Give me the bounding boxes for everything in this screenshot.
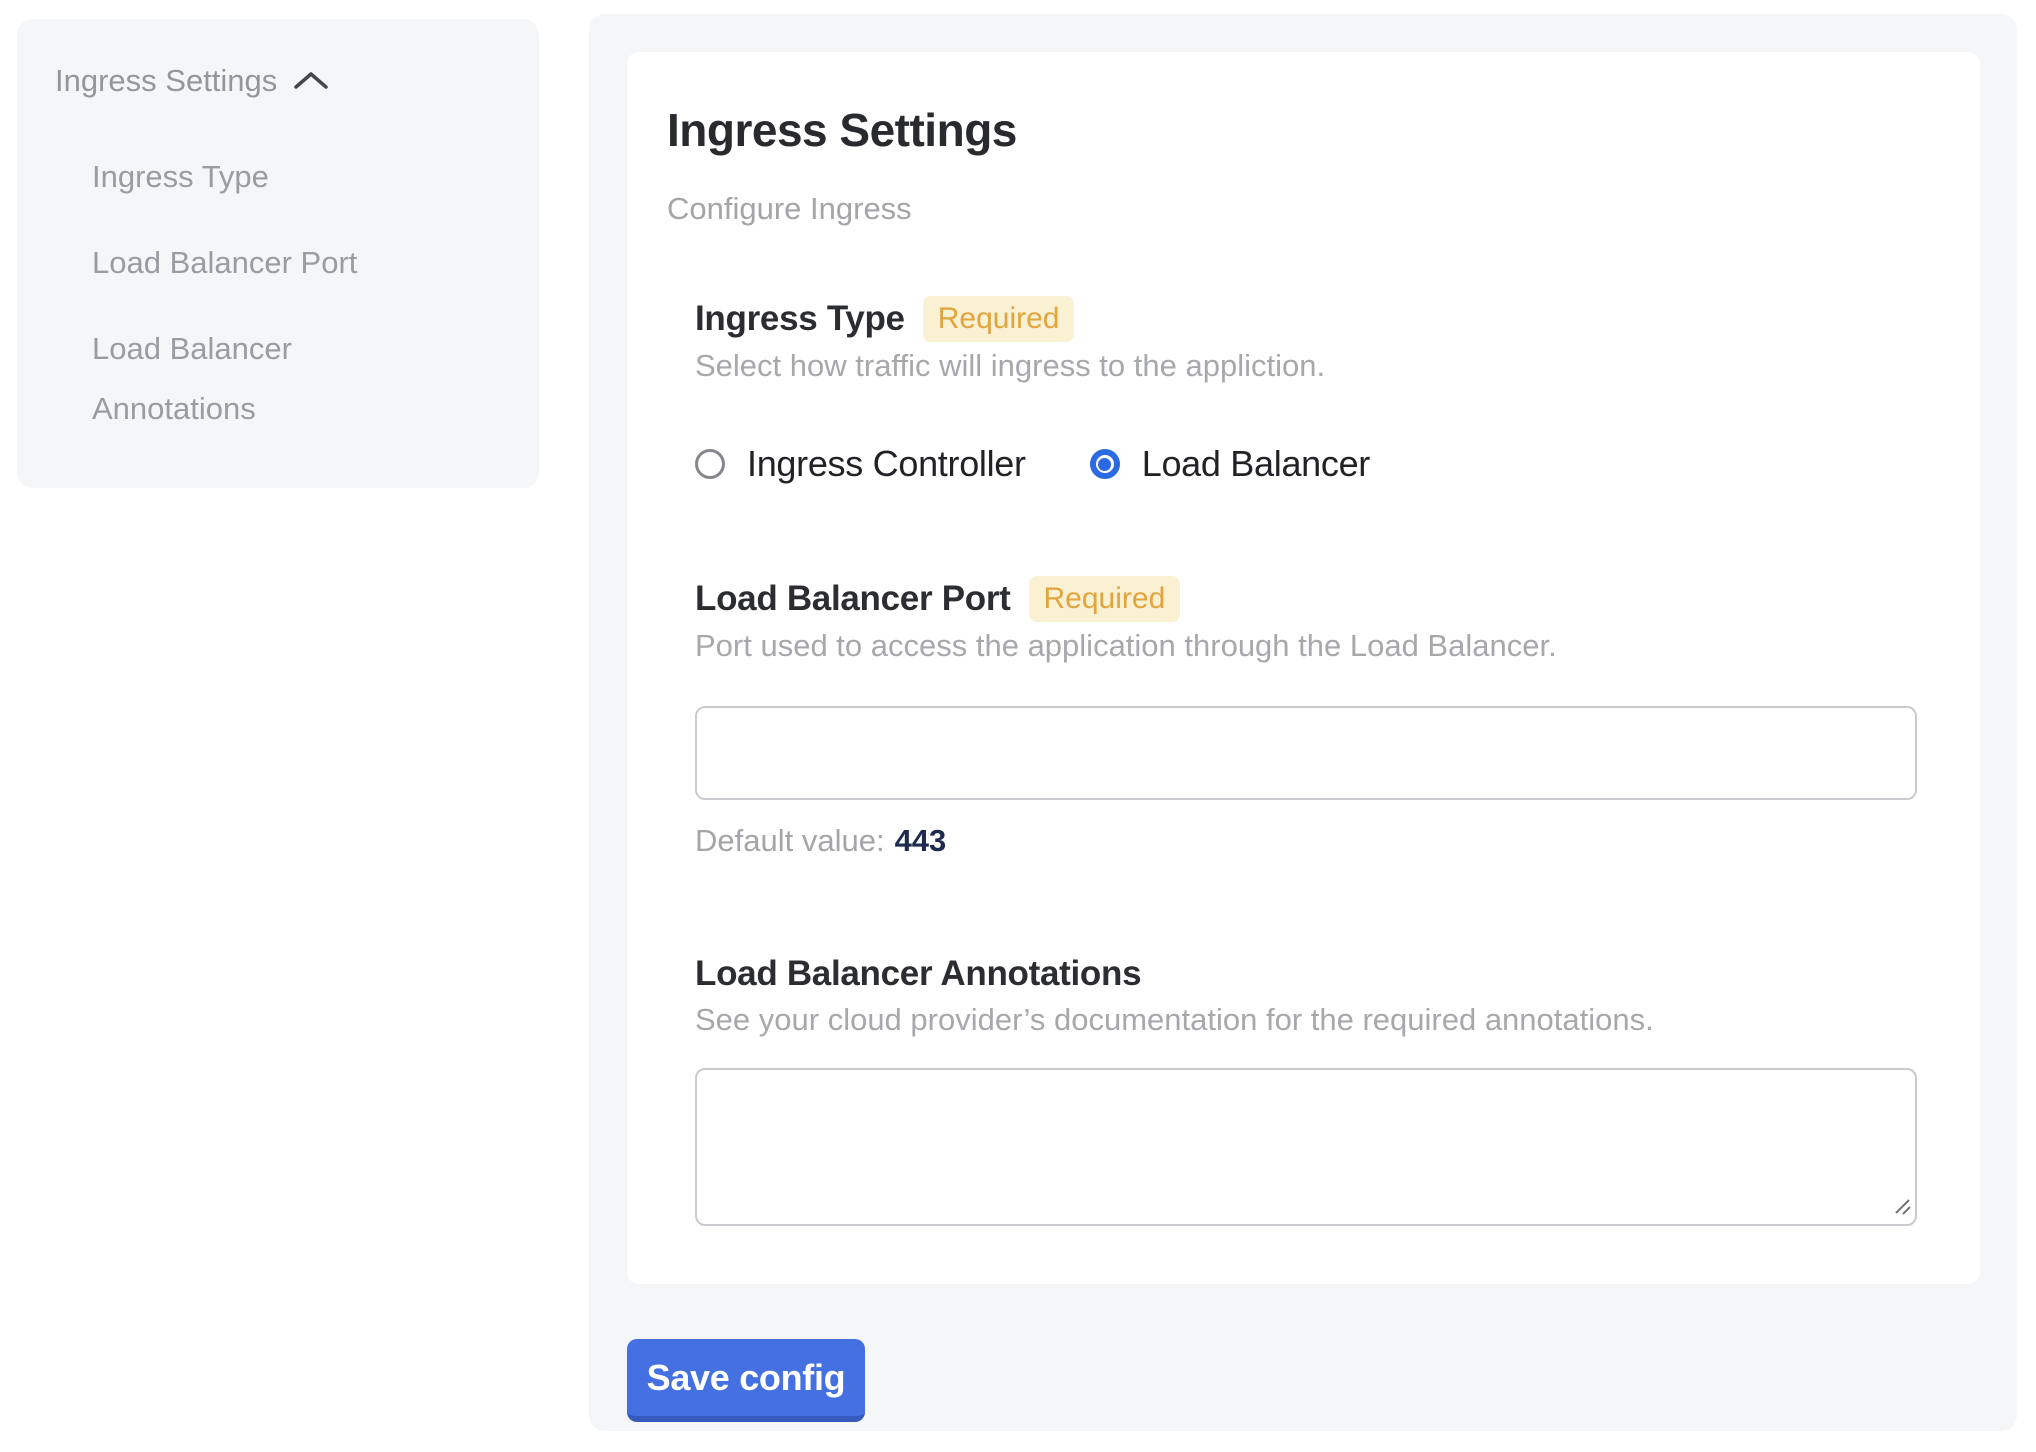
settings-sidebar: Ingress Settings Ingress Type Load Balan… [17, 19, 539, 488]
sidebar-item-load-balancer-annotations[interactable]: Load Balancer Annotations [92, 319, 402, 439]
section-load-balancer-port: Load Balancer Port Required Port used to… [695, 576, 1940, 858]
ingress-type-description: Select how traffic will ingress to the a… [695, 348, 1940, 384]
form-sections: Ingress Type Required Select how traffic… [695, 296, 1940, 1226]
ingress-type-radio-group: Ingress Controller Load Balancer [695, 442, 1940, 486]
sidebar-section-label: Ingress Settings [55, 59, 277, 103]
radio-selected-icon[interactable] [1090, 449, 1120, 479]
default-value-line: Default value: 443 [695, 824, 1940, 858]
ingress-settings-card: Ingress Settings Configure Ingress Ingre… [627, 52, 1980, 1284]
load-balancer-annotations-label: Load Balancer Annotations [695, 952, 1141, 996]
ingress-type-label: Ingress Type [695, 297, 905, 341]
sidebar-item-load-balancer-port[interactable]: Load Balancer Port [92, 233, 402, 293]
required-badge: Required [1029, 576, 1181, 622]
required-badge: Required [923, 296, 1075, 342]
sidebar-item-list: Ingress Type Load Balancer Port Load Bal… [92, 147, 402, 439]
sidebar-item-ingress-type[interactable]: Ingress Type [92, 147, 402, 207]
load-balancer-port-description: Port used to access the application thro… [695, 628, 1940, 664]
radio-load-balancer[interactable]: Load Balancer [1090, 442, 1370, 486]
default-value-label: Default value: [695, 823, 885, 858]
save-config-button[interactable]: Save config [627, 1339, 865, 1422]
page-title: Ingress Settings [667, 105, 1940, 156]
load-balancer-port-input[interactable] [695, 706, 1917, 800]
radio-unselected-icon[interactable] [695, 449, 725, 479]
section-ingress-type: Ingress Type Required Select how traffic… [695, 296, 1940, 486]
radio-ingress-controller[interactable]: Ingress Controller [695, 442, 1026, 486]
page-subtitle: Configure Ingress [667, 192, 1940, 226]
sidebar-section-ingress-settings[interactable]: Ingress Settings [55, 59, 539, 103]
radio-ingress-controller-label: Ingress Controller [747, 442, 1026, 486]
section-load-balancer-annotations: Load Balancer Annotations See your cloud… [695, 952, 1940, 1226]
load-balancer-annotations-description: See your cloud provider’s documentation … [695, 1002, 1940, 1038]
default-value-number: 443 [895, 823, 947, 858]
chevron-up-icon [293, 69, 329, 93]
ingress-settings-panel: Ingress Settings Configure Ingress Ingre… [589, 14, 2017, 1431]
radio-load-balancer-label: Load Balancer [1142, 442, 1370, 486]
load-balancer-port-label: Load Balancer Port [695, 577, 1011, 621]
load-balancer-annotations-textarea[interactable] [695, 1068, 1917, 1226]
